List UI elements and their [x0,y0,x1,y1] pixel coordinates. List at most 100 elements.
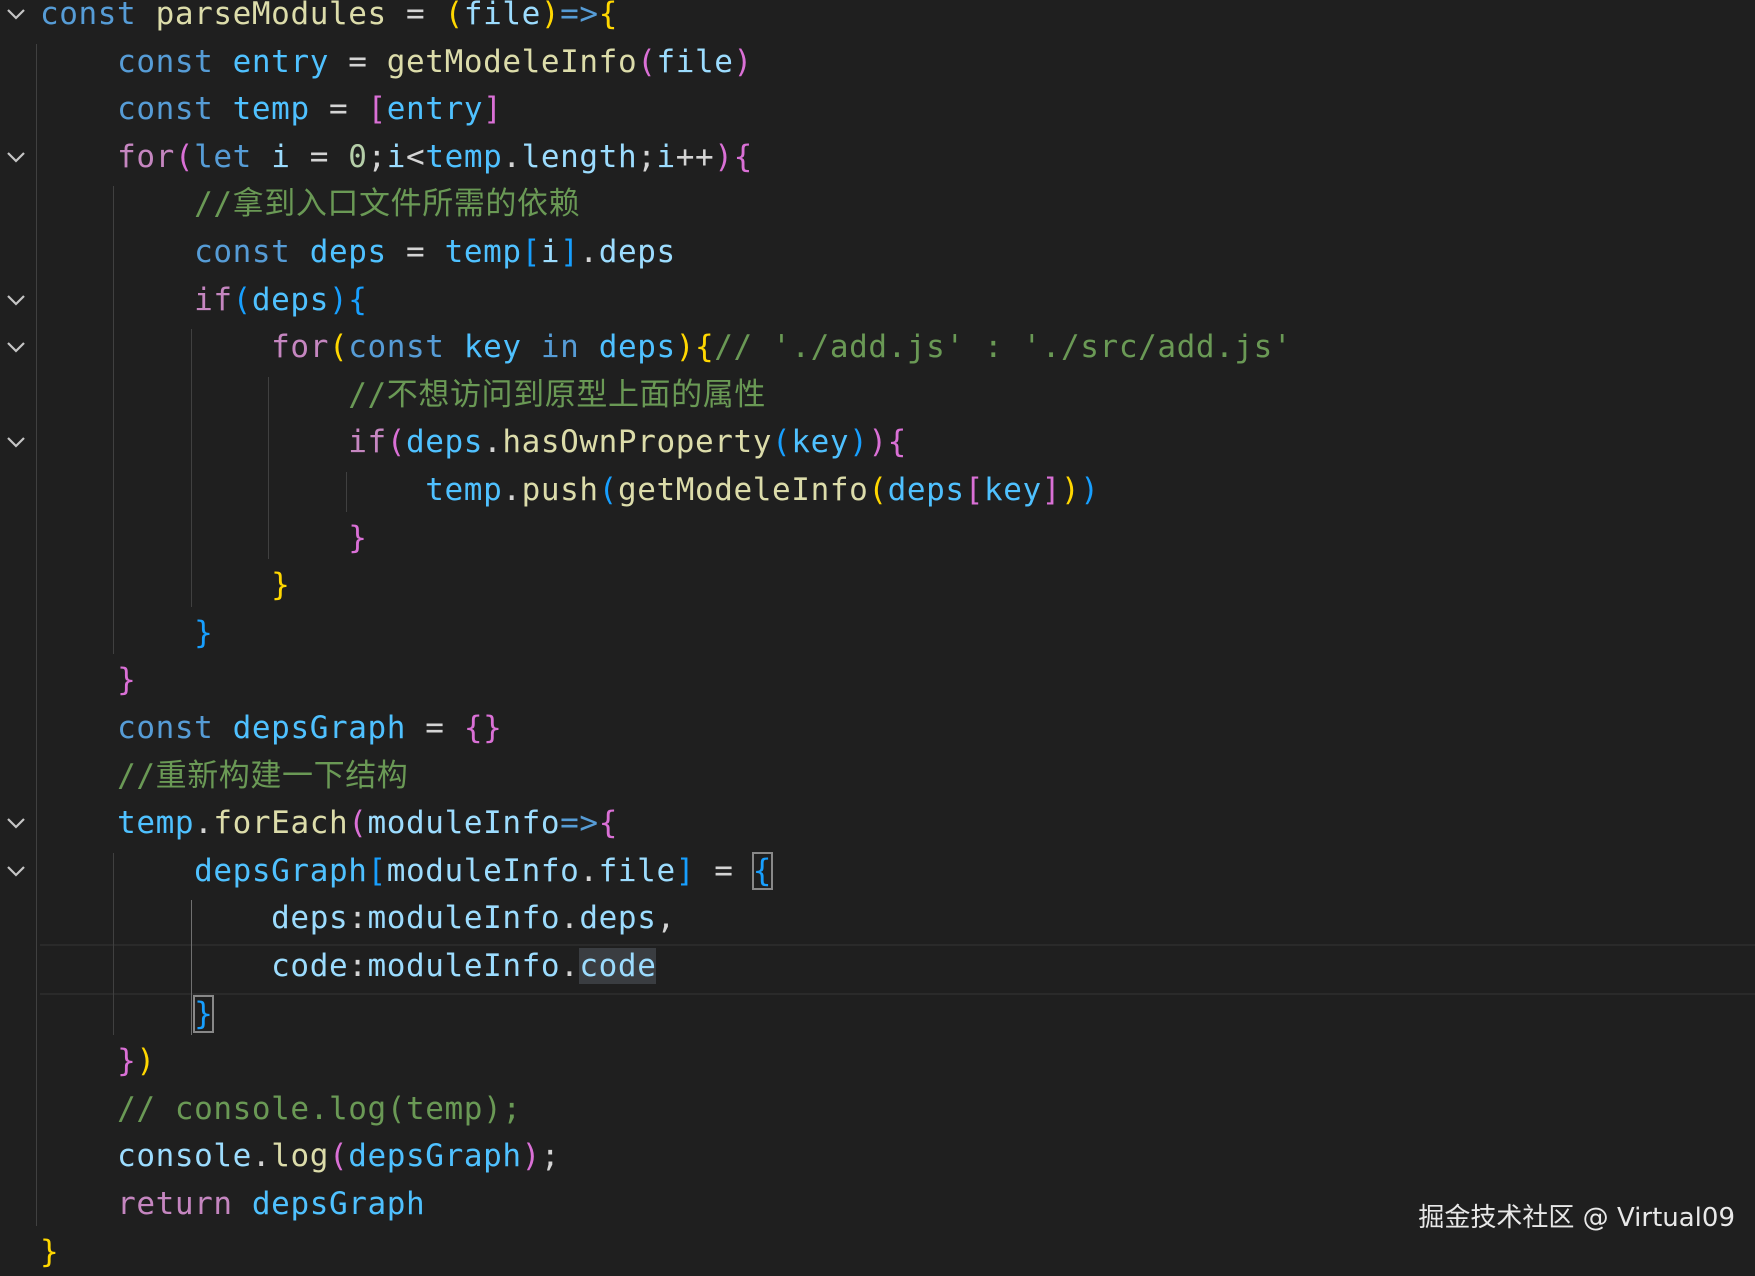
code-token: temp [425,138,503,175]
code-token: } [117,662,137,699]
code-token: const [348,329,445,366]
code-token: { [598,805,618,842]
code-token: } [194,614,214,651]
chevron-down-icon[interactable] [2,133,30,181]
indent-guide [190,900,192,1036]
code-token: = [290,138,349,175]
code-token: length [521,138,638,175]
code-token: let [194,138,252,175]
chevron-down-icon[interactable] [2,276,30,324]
indent-guide [113,186,115,655]
chevron-down-icon[interactable] [2,799,30,847]
code-token: depsGraph [251,1186,426,1222]
code-token: //重新构建一下结构 [117,757,409,794]
code-editor[interactable]: const parseModules = (file)=>{ const ent… [0,0,1755,1270]
code-token: = [406,710,464,746]
code-token: ) [675,329,696,366]
code-token: {} [463,710,503,746]
code-token: depsGraph [348,1138,522,1175]
code-token: deps [598,234,676,270]
code-token: { [348,281,368,318]
code-token: file [463,0,541,32]
code-text: //重新构建一下结构 [40,752,408,800]
code-token: < [406,138,426,175]
code-token: moduleInfo [367,948,561,984]
code-token: ) [733,43,753,80]
code-token: [ [367,852,387,889]
indent-guide [36,43,37,1226]
code-token: ( [598,472,618,508]
code-token: deps [579,900,657,937]
code-text: const entry = getModeleInfo(file) [40,38,753,86]
code-token: if [348,424,387,461]
code-token: ) [714,138,734,175]
code-token: } [348,519,368,556]
chevron-down-icon[interactable] [2,323,30,371]
code-token: i [540,234,561,270]
code-token: { [598,0,618,32]
code-token: const [117,710,214,746]
code-text: console.log(depsGraph); [40,1132,560,1180]
code-token: code [579,948,657,984]
code-token: . [502,138,522,175]
code-token: depsGraph [232,710,407,746]
code-token: push [521,472,599,508]
code-token: ( [232,281,252,318]
indent-guide [345,472,347,512]
code-token: 0 [348,138,368,175]
code-token: in [540,329,580,366]
watermark: 掘金技术社区 @ Virtual09 [1418,1203,1735,1233]
code-token: : [348,948,368,984]
code-token: ) [521,1138,541,1175]
code-token: i [656,138,676,175]
code-token: deps [309,234,387,270]
code-token: //不想访问到原型上面的属性 [348,376,766,413]
code-token: ] [483,91,503,128]
code-token: ( [386,424,407,461]
code-token: } [193,994,215,1033]
code-text: //拿到入口文件所需的依赖 [40,180,580,228]
code-token: = [386,0,445,32]
code-token: console [117,1138,252,1175]
code-token: [ [521,234,541,270]
code-token: . [579,234,599,270]
code-token: ( [772,424,792,461]
code-token: // console.log(temp); [117,1090,522,1127]
code-token: entry [232,43,329,80]
code-token: moduleInfo [367,900,561,937]
code-token: file [656,43,734,80]
chevron-down-icon[interactable] [2,418,30,466]
code-token: key [791,424,850,461]
code-token: : [348,900,368,937]
code-token: . [502,472,522,508]
code-token: // './add.js' : './src/add.js' [714,329,1293,366]
code-token: ) [136,1043,156,1080]
indent-guide [268,376,270,560]
code-token: { [887,424,907,461]
chevron-down-icon[interactable] [2,0,30,38]
code-token: . [560,900,580,937]
code-text: const parseModules = (file)=>{ [40,0,618,38]
code-token: temp [444,234,522,270]
chevron-down-icon[interactable] [2,847,30,895]
code-token: ] [1041,472,1062,508]
code-token: getModeleInfo [386,43,638,80]
code-text: }) [40,1037,156,1085]
code-token: temp [117,805,195,842]
code-token: ) [1080,472,1100,508]
